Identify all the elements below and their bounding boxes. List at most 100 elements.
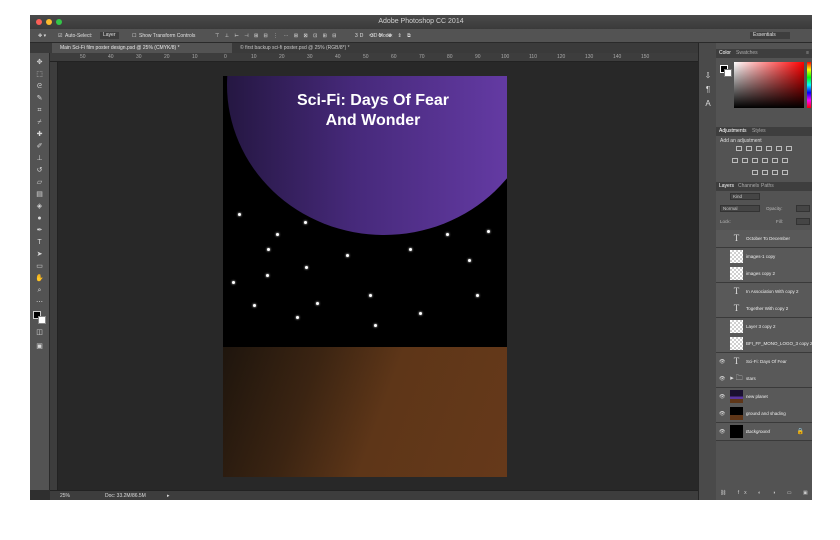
blur-tool-icon[interactable]: ◈ [35,203,44,211]
zoom-window-button[interactable] [56,19,62,25]
healing-brush-tool-icon[interactable]: ✚ [35,131,44,139]
visibility-eye-icon[interactable]: 👁 [719,359,725,365]
visibility-eye-icon[interactable]: 👁 [719,429,725,435]
visibility-eye-icon[interactable]: 👁 [719,376,725,382]
zoom-level[interactable]: 25% [60,493,70,499]
ruler-tick: 10 [192,54,198,60]
layer-row[interactable]: 👁 Background 🔒 [716,422,812,441]
layer-row[interactable]: 👁 ▸ 🗀 stars [716,370,812,388]
visibility-eye-icon[interactable]: 👁 [719,394,725,400]
posterize-adjustment-icon[interactable] [762,170,768,175]
visibility-eye-icon[interactable] [719,271,725,277]
layer-row[interactable]: T Together With copy 2 [716,300,812,318]
layer-filter-kind[interactable]: Kind [730,193,760,200]
eraser-tool-icon[interactable]: ▱ [35,179,44,187]
visibility-eye-icon[interactable] [719,306,725,312]
brush-tool-icon[interactable]: ✐ [35,143,44,151]
fill-field[interactable] [796,218,810,225]
workspace-dropdown[interactable]: Essentials [750,32,790,39]
dodge-tool-icon[interactable]: ● [35,215,44,223]
background-color-swatch[interactable] [38,316,46,324]
screen-mode-icon[interactable]: ▣ [35,343,44,351]
opacity-field[interactable] [796,205,810,212]
layer-row[interactable]: T October To December [716,230,812,248]
layer-row[interactable]: BFI_FF_MONO_LOGO_3 copy 2 [716,335,812,353]
color-balance-adjustment-icon[interactable] [742,158,748,163]
levels-adjustment-icon[interactable] [746,146,752,151]
quick-mask-icon[interactable]: ◫ [35,329,44,337]
threshold-adjustment-icon[interactable] [772,170,778,175]
move-tool-icon[interactable]: ✥ ▾ [38,33,46,39]
history-icon[interactable]: ⇩ [703,71,713,81]
layers-footer-icons[interactable]: ⛓ fx ◐ ◑ ▭ ▣ 🗑 [720,490,812,499]
invert-adjustment-icon[interactable] [752,170,758,175]
more-tools-icon[interactable]: ⋯ [35,299,44,307]
tab-swatches[interactable]: Swatches [736,50,758,56]
color-spectrum[interactable] [734,62,804,108]
blend-mode-dropdown[interactable]: Normal [720,205,760,212]
layer-row[interactable]: images-1 copy [716,247,812,266]
visibility-eye-icon[interactable] [719,341,725,347]
tab-layers[interactable]: Layers [719,183,734,189]
layer-row[interactable]: 👁 new planet [716,387,812,406]
exposure-adjustment-icon[interactable] [766,146,772,151]
visibility-eye-icon[interactable] [719,324,725,330]
visibility-eye-icon[interactable] [719,236,725,242]
tab-adjustments[interactable]: Adjustments [719,128,747,134]
layer-row[interactable]: T In Association With copy 2 [716,282,812,301]
pen-tool-icon[interactable]: ✒ [35,227,44,235]
zoom-tool-icon[interactable]: ⌕ [35,287,44,295]
canvas-area[interactable]: Sci-Fi: Days Of Fear And Wonder [58,62,698,490]
vibrance-adjustment-icon[interactable] [776,146,782,151]
minimize-window-button[interactable] [46,19,52,25]
channel-mixer-adjustment-icon[interactable] [772,158,778,163]
auto-select-dropdown[interactable]: Layer [100,32,119,39]
align-icons[interactable]: ⊤ ⊥ ⊢ ⊣ ⊞ ⊟ ⋮ ⋯ ⊞ ⊠ ⊡ ⊞ ⊟ [215,33,338,39]
history-brush-tool-icon[interactable]: ↺ [35,167,44,175]
layer-row[interactable]: 👁 ground and shading [716,405,812,423]
move-tool-icon[interactable]: ✥ [35,59,44,67]
hue-saturation-adjustment-icon[interactable] [732,158,738,163]
tab-color[interactable]: Color [719,50,731,56]
layer-row[interactable]: images copy 2 [716,265,812,283]
black-white-adjustment-icon[interactable] [752,158,758,163]
close-window-button[interactable] [36,19,42,25]
photo-filter-adjustment-icon[interactable] [762,158,768,163]
gradient-map-adjustment-icon[interactable] [786,146,792,151]
star [369,294,372,297]
color-lookup-adjustment-icon[interactable] [782,158,788,163]
tab-paths[interactable]: Paths [761,183,774,189]
layer-row[interactable]: 👁 T Sci-Fi: Days Of Fear [716,352,812,371]
clone-stamp-tool-icon[interactable]: ⊥ [35,155,44,163]
panel-menu-icon[interactable]: ≡ [806,50,809,56]
curves-adjustment-icon[interactable] [756,146,762,151]
visibility-eye-icon[interactable] [719,289,725,295]
brightness-adjustment-icon[interactable] [736,146,742,151]
tab-backup-document[interactable]: © first backup sci-fi poster.psd @ 25% (… [232,43,402,53]
selective-color-adjustment-icon[interactable] [782,170,788,175]
color-panel-background[interactable] [724,69,732,77]
visibility-eye-icon[interactable] [719,254,725,260]
tab-styles[interactable]: Styles [752,128,766,134]
quick-select-tool-icon[interactable]: ✎ [35,95,44,103]
auto-select-checkbox[interactable]: ☑ [58,33,62,39]
show-transform-checkbox[interactable]: ☐ [132,33,136,39]
type-tool-icon[interactable]: T [35,239,44,247]
tab-main-document[interactable]: Main Sci-Fi film poster design.psd @ 25%… [52,43,232,53]
properties-icon[interactable]: ¶ [703,85,713,95]
lasso-tool-icon[interactable]: ᘓ [35,83,44,91]
status-menu-arrow-icon[interactable]: ▸ [167,493,170,499]
hand-tool-icon[interactable]: ✋ [35,275,44,283]
crop-tool-icon[interactable]: ⌗ [35,107,44,115]
poster-document[interactable]: Sci-Fi: Days Of Fear And Wonder [223,76,507,477]
visibility-eye-icon[interactable]: 👁 [719,411,725,417]
hue-slider[interactable] [807,62,811,108]
gradient-tool-icon[interactable]: ▤ [35,191,44,199]
shape-tool-icon[interactable]: ▭ [35,263,44,271]
marquee-tool-icon[interactable]: ⬚ [35,71,44,79]
tab-channels[interactable]: Channels [738,183,759,189]
path-select-tool-icon[interactable]: ➤ [35,251,44,259]
character-icon[interactable]: A [703,99,713,109]
eyedropper-tool-icon[interactable]: ⌿ [35,119,44,127]
layer-row[interactable]: Layer 3 copy 2 [716,317,812,336]
